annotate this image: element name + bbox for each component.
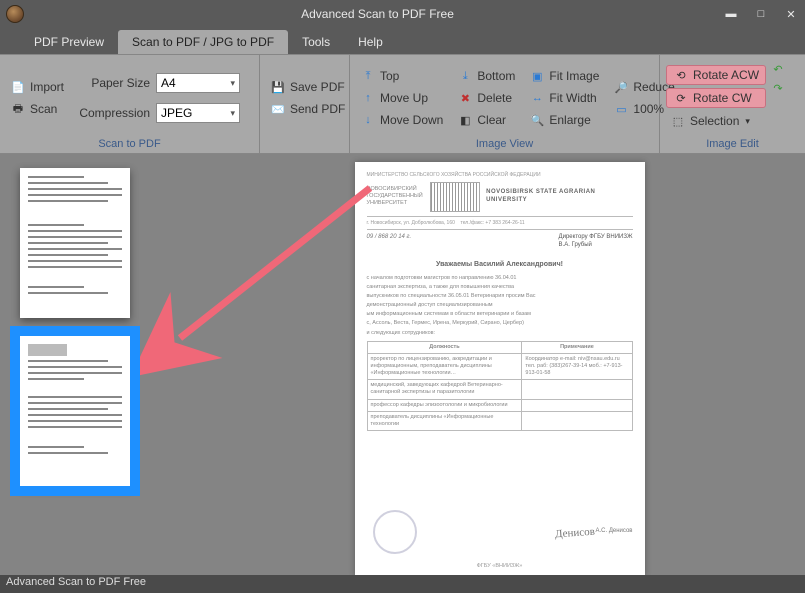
undo-icon[interactable]: ↶: [770, 61, 786, 77]
workspace: МИНИСТЕРСТВО СЕЛЬСКОГО ХОЗЯЙСТВА РОССИЙС…: [0, 154, 805, 575]
tab-scan-to-pdf[interactable]: Scan to PDF / JPG to PDF: [118, 30, 288, 54]
bottom-button[interactable]: ⤓Bottom: [453, 66, 519, 86]
zoom-in-icon: 🔍: [529, 112, 545, 128]
arrow-up-icon: ↑: [360, 90, 376, 106]
doc-addressee2: В.А. Грубый: [559, 242, 633, 250]
maximize-button[interactable]: □: [753, 8, 769, 21]
rotate-cw-button[interactable]: ⟳Rotate CW: [666, 88, 766, 108]
paper-size-dropdown[interactable]: A4 ▾: [156, 73, 240, 93]
statusbar: Advanced Scan to PDF Free: [0, 575, 805, 593]
delete-icon: ✖: [457, 90, 473, 106]
save-pdf-button[interactable]: 💾 Save PDF: [266, 77, 349, 97]
import-icon: 📄: [10, 79, 26, 95]
tab-tools[interactable]: Tools: [288, 30, 344, 54]
tab-pdf-preview[interactable]: PDF Preview: [20, 30, 118, 54]
doc-salutation: Уважаемы Василий Александрович!: [367, 260, 633, 269]
group-label-imageedit: Image Edit: [666, 137, 799, 151]
arrow-top-icon: ⤒: [360, 68, 376, 84]
menu-tabs: PDF Preview Scan to PDF / JPG to PDF Too…: [0, 28, 805, 54]
paper-size-label: Paper Size: [72, 76, 150, 90]
scan-button[interactable]: 🖶 Scan: [6, 99, 68, 119]
fit-image-icon: ▣: [529, 68, 545, 84]
fit-width-icon: ↔: [529, 90, 545, 106]
clear-button[interactable]: ◧Clear: [453, 110, 519, 130]
app-icon: [6, 5, 24, 23]
close-button[interactable]: ✕: [783, 8, 799, 21]
thumbnail-panel: [0, 154, 194, 575]
doc-body: с началом подготовки магистров по направ…: [367, 275, 633, 337]
send-pdf-label: Send PDF: [290, 102, 345, 116]
group-label-scan: Scan to PDF: [6, 137, 253, 151]
fit-width-button[interactable]: ↔Fit Width: [525, 88, 603, 108]
selection-icon: ⬚: [670, 113, 686, 129]
scan-icon: 🖶: [10, 101, 26, 117]
arrow-down-icon: ↓: [360, 112, 376, 128]
doc-footer: ФГБУ «ВНИИЗЖ»: [355, 563, 645, 570]
fit-image-button[interactable]: ▣Fit Image: [525, 66, 603, 86]
scan-label: Scan: [30, 102, 57, 116]
university-logo: [430, 182, 480, 212]
top-button[interactable]: ⤒Top: [356, 66, 447, 86]
stamp-icon: [373, 510, 417, 554]
zoom-out-icon: 🔎: [613, 79, 629, 95]
chevron-down-icon: ▾: [230, 108, 235, 119]
group-label-imageview: Image View: [356, 137, 653, 151]
doc-addressee1: Директору ФГБУ ВНИИЗЖ: [559, 234, 633, 242]
move-down-button[interactable]: ↓Move Down: [356, 110, 447, 130]
thumbnail-2[interactable]: [20, 336, 130, 486]
move-up-button[interactable]: ↑Move Up: [356, 88, 447, 108]
compression-label: Compression: [72, 106, 150, 120]
doc-table: ДолжностьПримечание проректор по лицензи…: [367, 341, 633, 431]
redo-icon[interactable]: ↷: [770, 80, 786, 96]
delete-button[interactable]: ✖Delete: [453, 88, 519, 108]
rotate-cw-icon: ⟳: [673, 90, 689, 106]
thumbnail-1[interactable]: [20, 168, 130, 318]
save-pdf-label: Save PDF: [290, 80, 345, 94]
tab-help[interactable]: Help: [344, 30, 397, 54]
arrow-bottom-icon: ⤓: [457, 68, 473, 84]
doc-date: 09 / 868 20 14 г.: [367, 234, 412, 250]
signatory-name: А.С. Денисов: [596, 528, 633, 536]
import-label: Import: [30, 80, 64, 94]
chevron-down-icon: ▾: [230, 78, 235, 89]
save-icon: 💾: [270, 79, 286, 95]
chevron-down-icon: ▾: [745, 116, 750, 127]
ribbon: 📄 Import 🖶 Scan Paper Size A4 ▾ Co: [0, 54, 805, 154]
import-button[interactable]: 📄 Import: [6, 77, 68, 97]
send-pdf-button[interactable]: ✉️ Send PDF: [266, 99, 349, 119]
rotate-acw-icon: ⟲: [673, 67, 689, 83]
paper-size-value: A4: [161, 76, 176, 90]
zoom-100-icon: ▭: [613, 101, 629, 117]
enlarge-button[interactable]: 🔍Enlarge: [525, 110, 603, 130]
eraser-icon: ◧: [457, 112, 473, 128]
titlebar: Advanced Scan to PDF Free ▬ □ ✕: [0, 0, 805, 28]
selection-button[interactable]: ⬚Selection▾: [666, 111, 766, 131]
preview-panel: МИНИСТЕРСТВО СЕЛЬСКОГО ХОЗЯЙСТВА РОССИЙС…: [194, 154, 805, 575]
preview-document[interactable]: МИНИСТЕРСТВО СЕЛЬСКОГО ХОЗЯЙСТВА РОССИЙС…: [355, 162, 645, 576]
compression-value: JPEG: [161, 106, 192, 120]
send-icon: ✉️: [270, 101, 286, 117]
minimize-button[interactable]: ▬: [723, 8, 739, 21]
app-title: Advanced Scan to PDF Free: [32, 7, 723, 21]
status-text: Advanced Scan to PDF Free: [6, 576, 146, 588]
rotate-acw-button[interactable]: ⟲Rotate ACW: [666, 65, 766, 85]
doc-uni-name: NOVOSIBIRSK STATE AGRARIAN UNIVERSITY: [486, 189, 632, 205]
signature: Денисов: [554, 524, 595, 541]
compression-dropdown[interactable]: JPEG ▾: [156, 103, 240, 123]
doc-ministry: МИНИСТЕРСТВО СЕЛЬСКОГО ХОЗЯЙСТВА РОССИЙС…: [367, 172, 633, 179]
